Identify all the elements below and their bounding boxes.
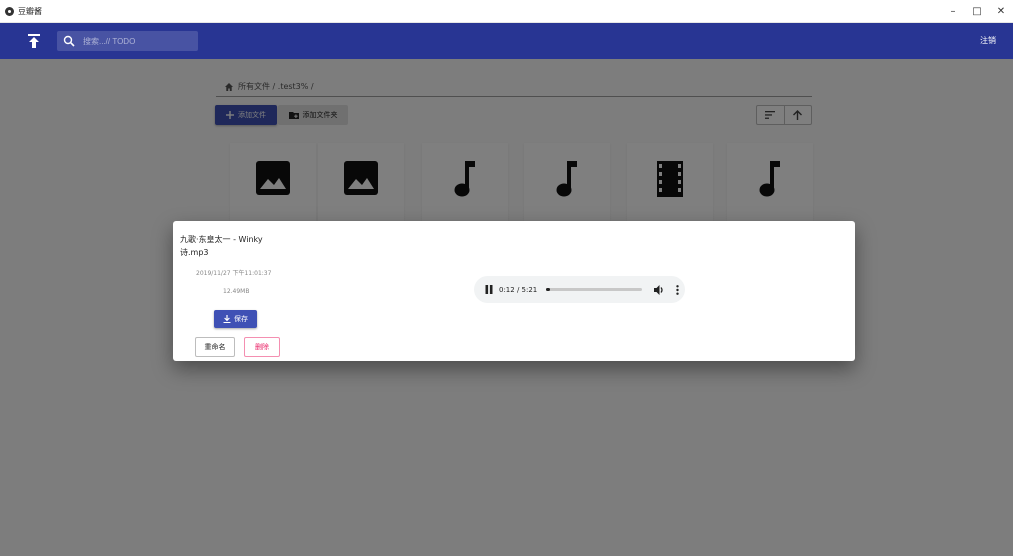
- seek-bar-fill: [546, 288, 551, 291]
- window-controls: – □ ✕: [941, 0, 1013, 23]
- minimize-button[interactable]: –: [941, 0, 965, 23]
- download-icon: [223, 315, 231, 323]
- more-options-button[interactable]: [673, 284, 681, 296]
- file-name: 九歌·东皇太一 - Winky诗.mp3: [180, 235, 263, 257]
- close-button[interactable]: ✕: [989, 0, 1013, 23]
- delete-button[interactable]: 删除: [244, 337, 280, 357]
- search-box[interactable]: [57, 31, 198, 51]
- seek-bar[interactable]: [546, 288, 643, 291]
- app-bar: 注销: [0, 23, 1013, 59]
- search-icon: [63, 35, 75, 47]
- upload-icon[interactable]: [27, 33, 41, 49]
- save-label: 保存: [234, 315, 248, 323]
- pause-icon: [485, 285, 493, 294]
- window-title: 豆瓣酱: [18, 6, 42, 16]
- rename-button[interactable]: 重命名: [195, 337, 235, 357]
- more-vert-icon: [676, 284, 679, 295]
- file-size: 12.49MB: [223, 288, 250, 295]
- audio-player: 0:12 / 5:21: [474, 276, 685, 303]
- playback-time: 0:12 / 5:21: [499, 285, 538, 294]
- maximize-button[interactable]: □: [965, 0, 989, 23]
- search-input[interactable]: [83, 36, 193, 46]
- file-detail-dialog: 九歌·东皇太一 - Winky诗.mp3 2019/11/27 下午11:01:…: [173, 221, 855, 361]
- volume-icon: [653, 284, 663, 295]
- save-button[interactable]: 保存: [214, 310, 257, 328]
- window-titlebar: 豆瓣酱 – □ ✕: [0, 0, 1013, 23]
- file-date: 2019/11/27 下午11:01:37: [196, 270, 272, 277]
- volume-button[interactable]: [653, 284, 665, 296]
- app-logo-icon: [5, 6, 14, 16]
- pause-button[interactable]: [483, 284, 495, 296]
- logout-button[interactable]: 注销: [980, 35, 996, 46]
